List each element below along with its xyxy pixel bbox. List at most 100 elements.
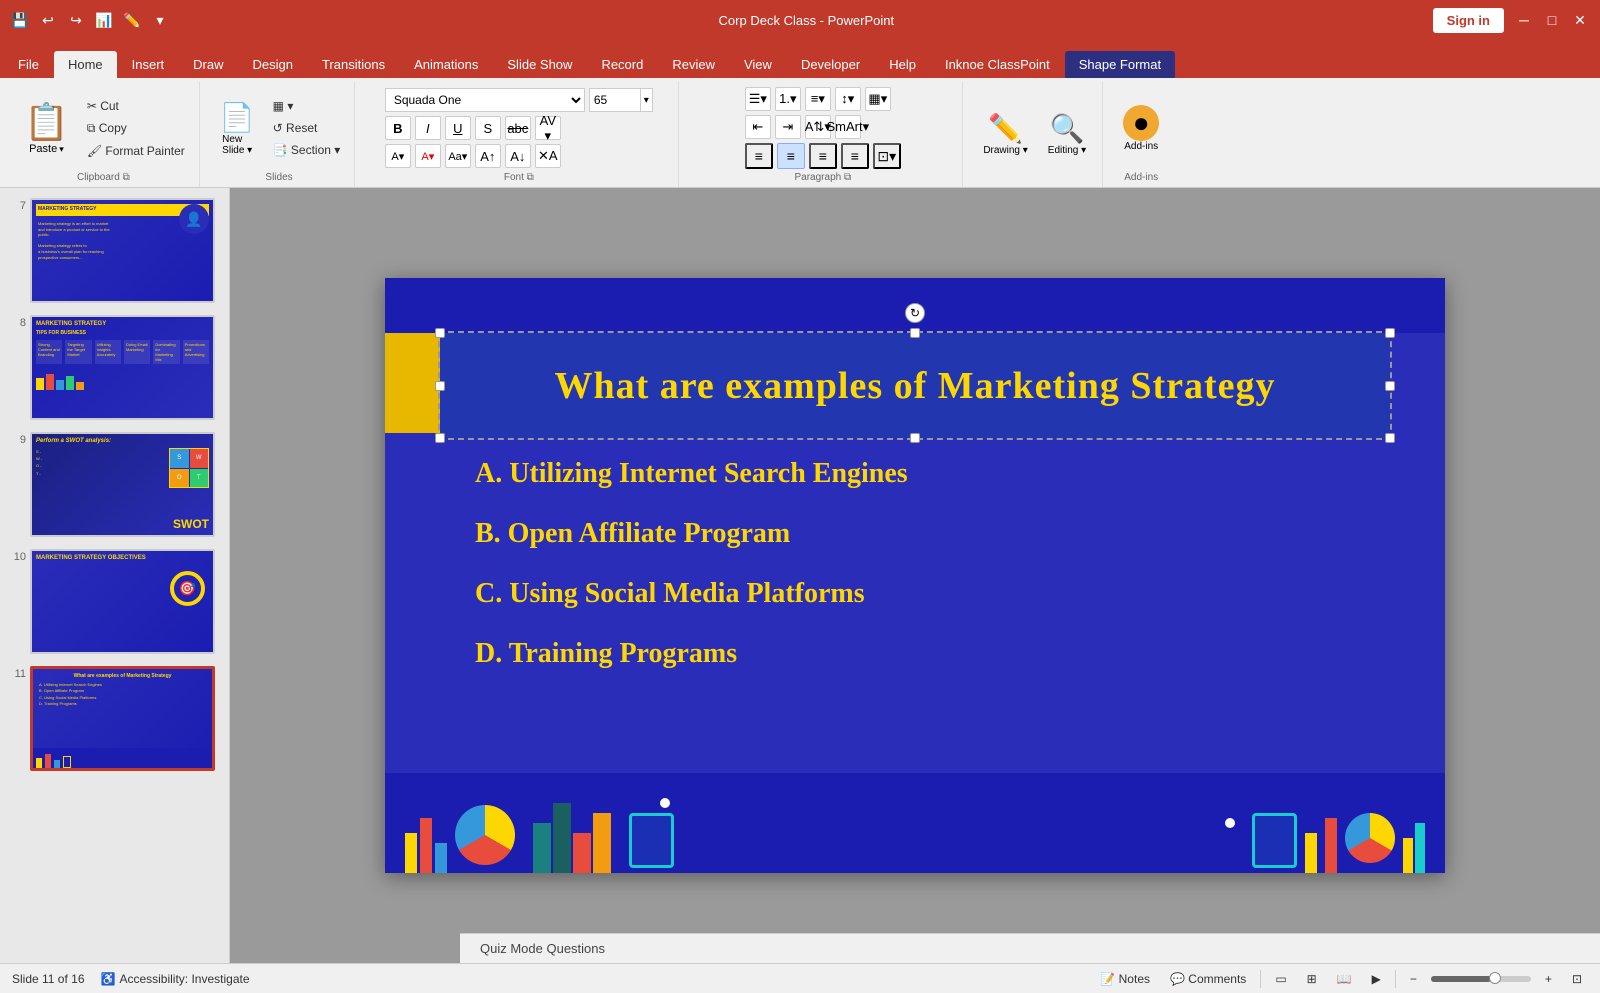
sign-in-button[interactable]: Sign in (1433, 8, 1504, 33)
handle-bl[interactable] (435, 433, 445, 443)
multilevel-button[interactable]: ≡▾ (805, 87, 831, 111)
paragraph-expand-icon[interactable]: ⧉ (844, 172, 851, 183)
slide-item-11[interactable]: 11 What are examples of Marketing Strate… (4, 664, 225, 773)
tab-help[interactable]: Help (875, 51, 930, 78)
font-size-input[interactable] (590, 93, 640, 107)
align-right-button[interactable]: ≡ (809, 143, 837, 169)
decrease-font-button[interactable]: A↓ (505, 144, 531, 168)
slide-item-8[interactable]: 8 MARKETING STRATEGY TIPS FOR BUSINESS S… (4, 313, 225, 422)
underline-button[interactable]: U (445, 116, 471, 140)
drawing-button[interactable]: ✏️ Drawing ▾ (975, 108, 1035, 160)
slide-thumb-7[interactable]: MARKETING STRATEGY Marketing strategy is… (30, 198, 215, 303)
align-left-button[interactable]: ≡ (745, 143, 773, 169)
tab-shapeformat[interactable]: Shape Format (1065, 51, 1175, 78)
paste-button[interactable]: 📋 Paste ▾ (16, 97, 77, 159)
justify-button[interactable]: ≡ (841, 143, 869, 169)
tab-slideshow[interactable]: Slide Show (493, 51, 586, 78)
handle-tl[interactable] (435, 328, 445, 338)
handle-tc[interactable] (910, 328, 920, 338)
smart-art-button[interactable]: SmArt▾ (835, 115, 861, 139)
comments-button[interactable]: 💬 Comments (1164, 970, 1252, 988)
tab-inknoe[interactable]: Inknoe ClassPoint (931, 51, 1064, 78)
normal-view-button[interactable]: ▭ (1269, 970, 1292, 988)
slide-item-9[interactable]: 9 Perform a SWOT analysis: S -W -O -T - … (4, 430, 225, 539)
text-highlight-button[interactable]: A▾ (385, 144, 411, 168)
new-slide-button[interactable]: 📄 New Slide ▾ (212, 97, 263, 160)
bold-button[interactable]: B (385, 116, 411, 140)
editing-button[interactable]: 🔍 Editing ▾ (1040, 108, 1094, 160)
rotate-handle[interactable]: ↻ (905, 303, 925, 323)
handle-tr[interactable] (1385, 328, 1395, 338)
pen-icon[interactable]: ✏️ (120, 8, 144, 32)
shadow-button[interactable]: S (475, 116, 501, 140)
line-spacing-button[interactable]: ↕▾ (835, 87, 861, 111)
layout-button[interactable]: ▦ ▾ (267, 97, 347, 115)
strikethrough-button[interactable]: abc (505, 116, 531, 140)
zoom-in-button[interactable]: + (1539, 970, 1558, 988)
columns-button[interactable]: ▦▾ (865, 87, 891, 111)
numbering-button[interactable]: 1.▾ (775, 87, 801, 111)
char-spacing-button[interactable]: AV ▾ (535, 116, 561, 140)
tab-design[interactable]: Design (239, 51, 307, 78)
font-family-select[interactable]: Squada One (385, 88, 585, 112)
slide-item-7[interactable]: 7 MARKETING STRATEGY Marketing strategy … (4, 196, 225, 305)
format-painter-button[interactable]: 🖌 Format Painter (81, 142, 191, 160)
minimize-icon[interactable]: ─ (1512, 8, 1536, 32)
handle-bc[interactable] (910, 433, 920, 443)
indent-increase-button[interactable]: ⇥ (775, 115, 801, 139)
copy-button[interactable]: ⧉ Copy (81, 119, 191, 138)
tab-animations[interactable]: Animations (400, 51, 492, 78)
tab-view[interactable]: View (730, 51, 786, 78)
tab-transitions[interactable]: Transitions (308, 51, 399, 78)
zoom-thumb[interactable] (1489, 972, 1501, 984)
font-expand-icon[interactable]: ⧉ (527, 172, 534, 183)
undo-icon[interactable]: ↩ (36, 8, 60, 32)
cut-button[interactable]: ✂ Cut (81, 97, 191, 115)
font-case-button[interactable]: Aa▾ (445, 144, 471, 168)
text-box-button[interactable]: ⊡▾ (873, 143, 901, 169)
fit-to-window-button[interactable]: ⊡ (1566, 970, 1588, 988)
accessibility-info[interactable]: ♿ Accessibility: Investigate (101, 972, 250, 986)
tab-insert[interactable]: Insert (118, 51, 179, 78)
font-color-button[interactable]: A▾ (415, 144, 441, 168)
tab-record[interactable]: Record (587, 51, 657, 78)
italic-button[interactable]: I (415, 116, 441, 140)
addins-button[interactable]: ● Add-ins (1115, 101, 1167, 156)
reset-button[interactable]: ↺ Reset (267, 119, 347, 137)
slide-thumb-11[interactable]: What are examples of Marketing Strategy … (30, 666, 215, 771)
increase-font-button[interactable]: A↑ (475, 144, 501, 168)
indent-decrease-button[interactable]: ⇤ (745, 115, 771, 139)
clipboard-expand-icon[interactable]: ⧉ (123, 172, 130, 183)
tab-developer[interactable]: Developer (787, 51, 874, 78)
align-center-button[interactable]: ≡ (777, 143, 805, 169)
handle-br[interactable] (1385, 433, 1395, 443)
section-button[interactable]: 📑 Section ▾ (267, 141, 347, 159)
slide-thumb-9[interactable]: Perform a SWOT analysis: S -W -O -T - S … (30, 432, 215, 537)
tab-draw[interactable]: Draw (179, 51, 237, 78)
restore-icon[interactable]: □ (1540, 8, 1564, 32)
slide-item-10[interactable]: 10 MARKETING STRATEGY OBJECTIVES 🎯 (4, 547, 225, 656)
handle-ml[interactable] (435, 381, 445, 391)
tab-file[interactable]: File (4, 51, 53, 78)
handle-mr[interactable] (1385, 381, 1395, 391)
slide-thumb-10[interactable]: MARKETING STRATEGY OBJECTIVES 🎯 (30, 549, 215, 654)
close-icon[interactable]: ✕ (1568, 8, 1592, 32)
slide-title[interactable]: What are examples of Marketing Strategy (554, 364, 1275, 408)
present-icon[interactable]: 📊 (92, 8, 116, 32)
tab-review[interactable]: Review (658, 51, 729, 78)
clear-format-button[interactable]: ✕A (535, 144, 561, 168)
font-size-arrow[interactable]: ▾ (640, 89, 652, 111)
font-size-combo[interactable]: ▾ (589, 88, 653, 112)
redo-icon[interactable]: ↪ (64, 8, 88, 32)
zoom-out-button[interactable]: − (1404, 970, 1423, 988)
notes-button[interactable]: 📝 Notes (1094, 970, 1156, 988)
bullets-button[interactable]: ☰▾ (745, 87, 771, 111)
slide-sorter-button[interactable]: ⊞ (1301, 970, 1323, 988)
zoom-slider[interactable] (1431, 976, 1531, 982)
more-icon[interactable]: ▾ (148, 8, 172, 32)
reading-view-button[interactable]: 📖 (1331, 970, 1358, 988)
tab-home[interactable]: Home (54, 51, 117, 78)
slide-title-box[interactable]: ↻ What are examples of Marketing Strateg… (440, 333, 1390, 438)
slide-thumb-8[interactable]: MARKETING STRATEGY TIPS FOR BUSINESS Str… (30, 315, 215, 420)
slideshow-button[interactable]: ▶ (1366, 970, 1387, 988)
